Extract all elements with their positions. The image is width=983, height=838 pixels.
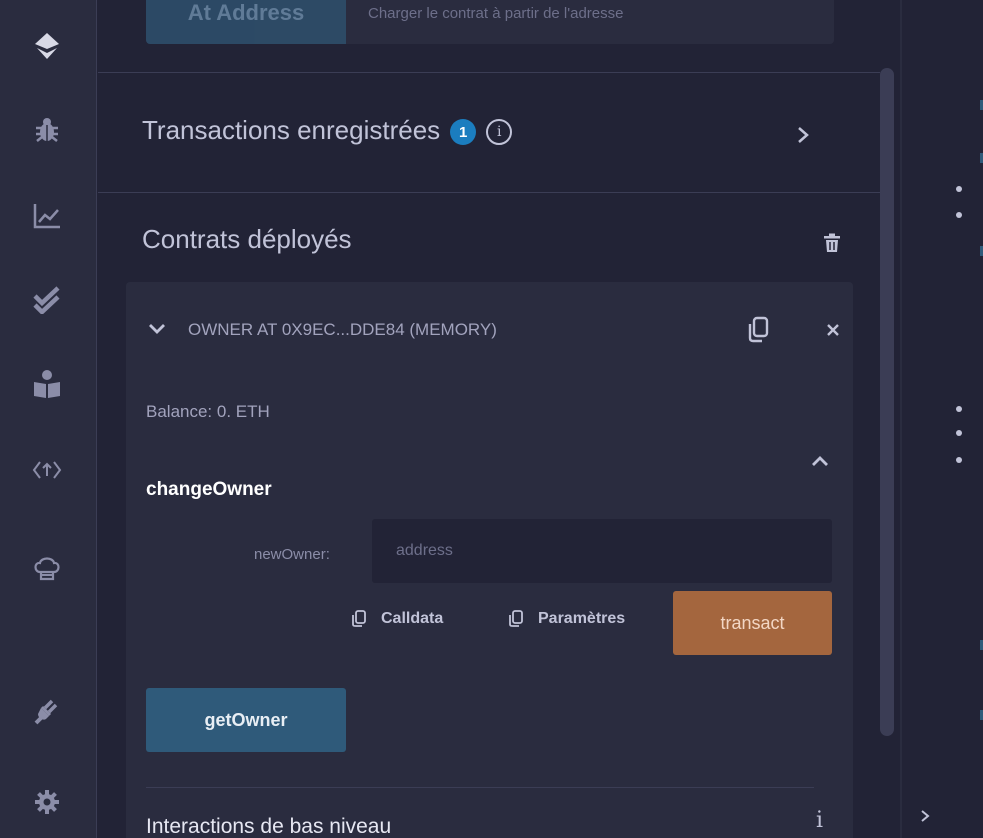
chef-hat-icon[interactable] — [24, 548, 70, 588]
chart-icon[interactable] — [24, 196, 70, 236]
calldata-label: Calldata — [381, 610, 444, 627]
bullet — [956, 430, 962, 436]
chevron-right-icon[interactable] — [796, 120, 810, 151]
gear-icon[interactable] — [24, 782, 70, 822]
instance-balance: Balance: 0. ETH — [146, 402, 270, 421]
recorded-transactions-header[interactable]: Transactions enregistrées 1 i — [142, 115, 513, 146]
copy-parameters-button[interactable]: Paramètres — [508, 610, 625, 628]
bullet — [956, 406, 962, 412]
bug-icon[interactable] — [24, 110, 70, 150]
double-check-icon[interactable] — [24, 280, 70, 320]
contract-instance-card: OWNER AT 0X9EC...DDE84 (MEMORY) Balance:… — [126, 282, 853, 838]
divider — [98, 72, 880, 73]
get-owner-button[interactable]: getOwner — [146, 688, 346, 752]
at-address-row: At Address Charger le contrat à partir d… — [146, 0, 834, 44]
parameters-label: Paramètres — [538, 610, 626, 627]
chevron-right-icon[interactable] — [920, 806, 930, 829]
bullet — [956, 212, 962, 218]
info-icon[interactable]: i — [816, 808, 823, 833]
instance-title: OWNER AT 0X9EC...DDE84 (MEMORY) — [188, 320, 497, 339]
learn-icon[interactable] — [24, 364, 70, 404]
recorded-count-badge: 1 — [450, 119, 477, 146]
chevron-down-icon[interactable] — [148, 320, 166, 340]
new-owner-input[interactable] — [372, 519, 832, 583]
param-label: newOwner: — [254, 546, 330, 563]
chevron-up-icon[interactable] — [811, 454, 829, 472]
transact-button[interactable]: transact — [673, 591, 832, 655]
function-name: changeOwner — [146, 479, 272, 500]
bullet — [956, 457, 962, 463]
scrollbar[interactable] — [880, 68, 894, 736]
recorded-transactions-title: Transactions enregistrées — [142, 115, 441, 145]
at-address-button[interactable]: At Address — [146, 0, 346, 44]
divider — [146, 787, 814, 788]
remix-logo-icon[interactable] — [24, 26, 70, 66]
at-address-input[interactable]: Charger le contrat à partir de l'adresse — [368, 0, 624, 44]
copy-icon[interactable] — [746, 316, 770, 349]
editor-area — [902, 0, 983, 838]
deployed-contracts-title: Contrats déployés — [142, 224, 352, 254]
low-level-title: Interactions de bas niveau — [146, 815, 392, 838]
instance-header[interactable]: OWNER AT 0X9EC...DDE84 (MEMORY) — [148, 320, 497, 340]
info-icon[interactable]: i — [486, 119, 513, 146]
close-icon[interactable] — [826, 320, 840, 343]
trash-icon[interactable] — [823, 233, 841, 258]
deploy-run-panel: At Address Charger le contrat à partir d… — [98, 0, 900, 838]
icon-rail — [0, 0, 97, 838]
divider — [98, 192, 880, 193]
plugin-icon[interactable] — [24, 690, 70, 730]
bullet — [956, 186, 962, 192]
api-icon[interactable] — [24, 450, 70, 490]
copy-calldata-button[interactable]: Calldata — [351, 610, 443, 628]
